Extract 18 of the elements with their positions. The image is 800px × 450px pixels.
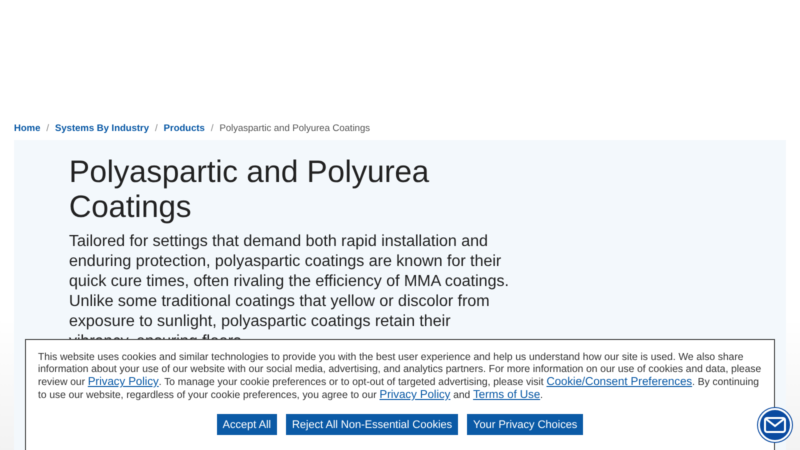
- policy-link[interactable]: Cookie/Consent Preferences: [546, 376, 692, 388]
- breadcrumb-link[interactable]: Home: [14, 122, 40, 134]
- breadcrumb-separator: /: [210, 122, 214, 134]
- cookie-button[interactable]: Accept All: [216, 414, 277, 435]
- breadcrumb-link[interactable]: Products: [164, 122, 205, 134]
- page-title: Polyaspartic and Polyurea Coatings: [69, 154, 430, 224]
- breadcrumb-separator: /: [155, 122, 158, 134]
- envelope-icon: [764, 417, 786, 433]
- cookie-button[interactable]: Reject All Non-Essential Cookies: [286, 414, 458, 435]
- breadcrumb-link[interactable]: Systems By Industry: [55, 122, 150, 134]
- breadcrumb-current: Polyaspartic and Polyurea Coatings: [220, 122, 370, 134]
- breadcrumb-separator: /: [46, 122, 50, 134]
- policy-link[interactable]: Privacy Policy: [88, 376, 159, 388]
- cookie-button[interactable]: Your Privacy Choices: [467, 414, 584, 435]
- cookie-notice-text: This website uses cookies and similar technologies to provide you with the best user experience and help us understand how our site is used. We also share information about your use of our website with our social media, advertising, and analytics partners. For more information on our use of cookies and data, please review our Privacy Policy. To manage your cookie preferences or to opt-out of targeted advertising, please visit Cookie/Consent Preferences. By continuing to use our website, regardless of your cookie preferences, you agree to our Privacy Policy and Terms of Use.: [38, 352, 762, 402]
- policy-link[interactable]: Privacy Policy: [379, 389, 450, 401]
- policy-link[interactable]: Terms of Use: [473, 389, 540, 401]
- contact-button[interactable]: [758, 408, 792, 442]
